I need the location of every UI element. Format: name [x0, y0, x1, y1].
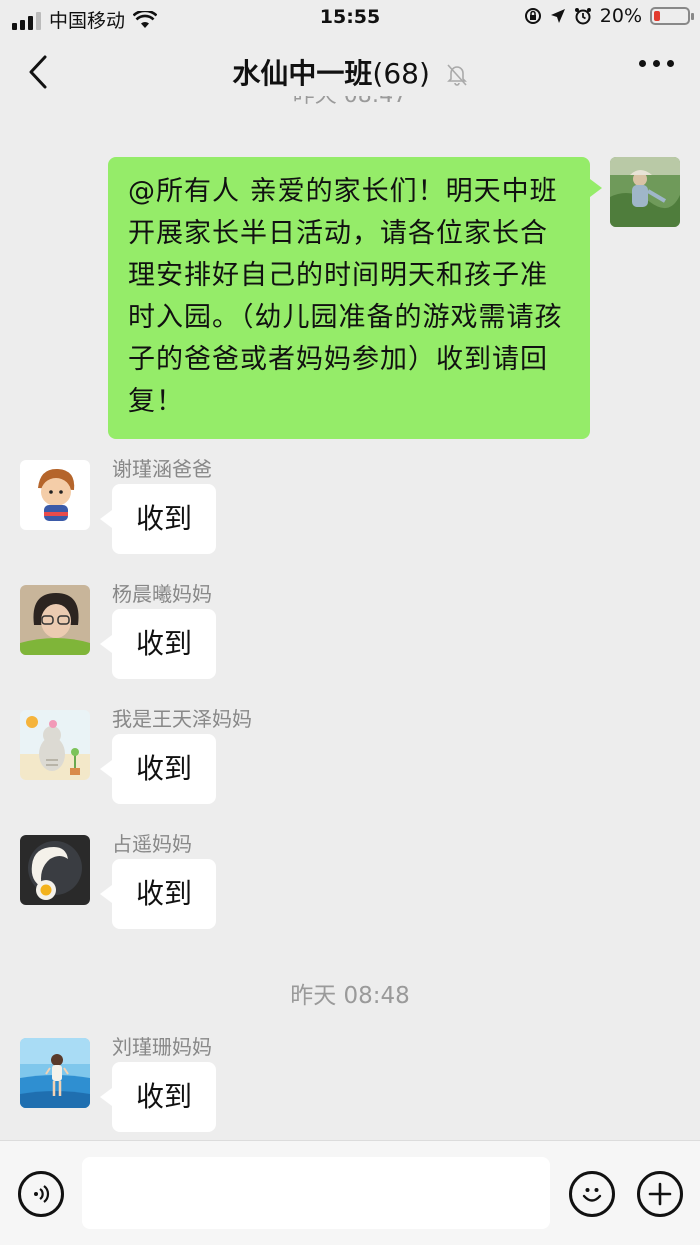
- self-bubble[interactable]: @所有人 亲爱的家长们！明天中班开展家长半日活动，请各位家长合理安排好自己的时间…: [108, 157, 602, 439]
- orientation-lock-icon: [524, 8, 541, 24]
- input-bar: [0, 1140, 700, 1245]
- timestamp-partial: 昨天 08:47: [0, 96, 700, 110]
- avatar-photo: [610, 157, 680, 227]
- message-bubble[interactable]: 收到: [99, 859, 217, 929]
- sender-name: 谢瑾涵爸爸: [112, 457, 212, 481]
- self-avatar[interactable]: [610, 157, 680, 227]
- sender-name: 我是王天泽妈妈: [112, 707, 252, 731]
- message-bubble[interactable]: 收到: [99, 734, 217, 804]
- timestamp: 昨天 08:48: [290, 983, 410, 1009]
- voice-icon: [34, 1185, 50, 1203]
- sender-avatar[interactable]: [20, 1038, 90, 1108]
- message-body: 占遥妈妈 收到: [99, 829, 217, 929]
- member-count: (68): [372, 57, 430, 90]
- more-functions-button[interactable]: [637, 1171, 683, 1217]
- message-bubble[interactable]: 收到: [99, 484, 217, 554]
- alarm-icon: [574, 8, 591, 25]
- location-icon: [550, 9, 565, 23]
- sender-name: 刘瑾珊妈妈: [112, 1035, 212, 1059]
- avatar-photo-egg: [20, 835, 90, 905]
- battery-percent: 20%: [599, 5, 642, 27]
- message-bubble[interactable]: 收到: [99, 1062, 217, 1132]
- more-icon: [639, 60, 674, 67]
- message-input[interactable]: [82, 1157, 550, 1229]
- message-body: 谢瑾涵爸爸 收到: [99, 454, 217, 554]
- sender-avatar[interactable]: [20, 835, 90, 905]
- chat-title: 水仙中一班(68): [0, 52, 700, 92]
- avatar-illustration-girl: [20, 1038, 90, 1108]
- sender-name: 杨晨曦妈妈: [112, 582, 212, 606]
- emoji-button[interactable]: [569, 1171, 615, 1217]
- battery-icon: [650, 7, 694, 25]
- sender-avatar[interactable]: [20, 585, 90, 655]
- message-bubble[interactable]: 收到: [99, 609, 217, 679]
- message-item: 我是王天泽妈妈 收到: [20, 707, 252, 804]
- message-self: @所有人 亲爱的家长们！明天中班开展家长半日活动，请各位家长合理安排好自己的时间…: [108, 157, 680, 439]
- message-body: 杨晨曦妈妈 收到: [99, 579, 217, 679]
- avatar-cartoon-cat: [20, 710, 90, 780]
- message-item: 谢瑾涵爸爸 收到: [20, 457, 217, 554]
- more-button[interactable]: [639, 60, 674, 67]
- status-right: 20%: [524, 5, 694, 27]
- avatar-cartoon-boy: [20, 460, 90, 530]
- avatar-photo-woman: [20, 585, 90, 655]
- mute-icon: [446, 64, 467, 86]
- sender-name: 占遥妈妈: [112, 832, 192, 856]
- sender-avatar[interactable]: [20, 710, 90, 780]
- message-body: 刘瑾珊妈妈 收到: [99, 1032, 217, 1132]
- emoji-icon: [582, 1188, 602, 1202]
- message-item: 占遥妈妈 收到: [20, 832, 217, 929]
- battery-level: [654, 11, 660, 21]
- message-item: 杨晨曦妈妈 收到: [20, 582, 217, 679]
- voice-button[interactable]: [18, 1171, 64, 1217]
- plus-icon: [648, 1182, 672, 1206]
- status-bar: 中国移动 15:55 20%: [0, 0, 700, 36]
- message-item: 刘瑾珊妈妈 收到: [20, 1035, 217, 1132]
- message-body: 我是王天泽妈妈 收到: [99, 704, 252, 804]
- sender-avatar[interactable]: [20, 460, 90, 530]
- group-name: 水仙中一班: [232, 57, 373, 90]
